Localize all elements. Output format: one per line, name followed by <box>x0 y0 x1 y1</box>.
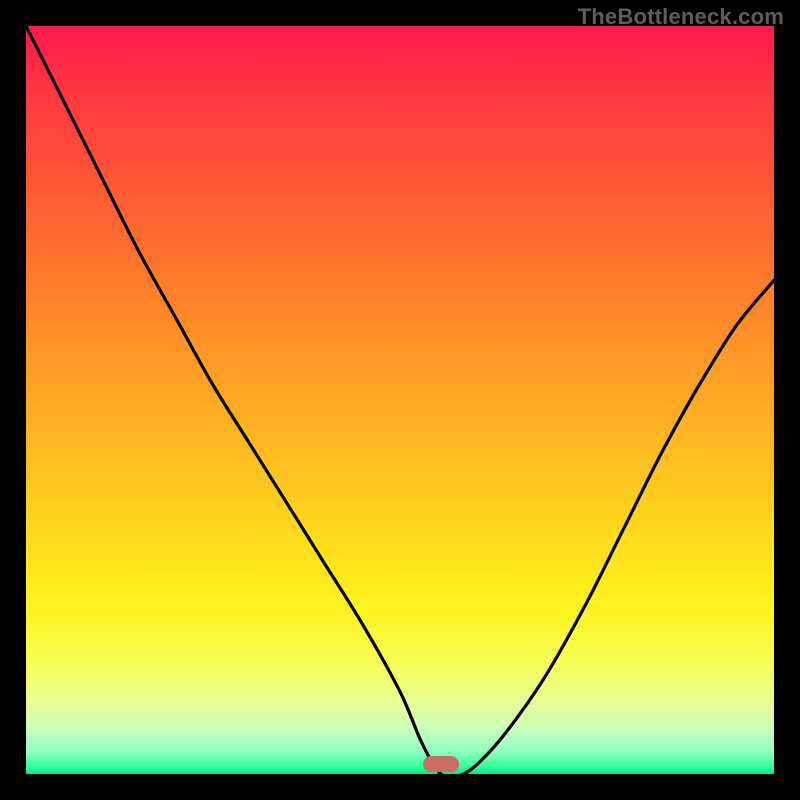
bottleneck-curve <box>26 26 774 774</box>
optimum-marker <box>423 756 459 772</box>
plot-area <box>26 26 774 774</box>
chart-frame: TheBottleneck.com <box>0 0 800 800</box>
watermark-text: TheBottleneck.com <box>578 4 784 30</box>
